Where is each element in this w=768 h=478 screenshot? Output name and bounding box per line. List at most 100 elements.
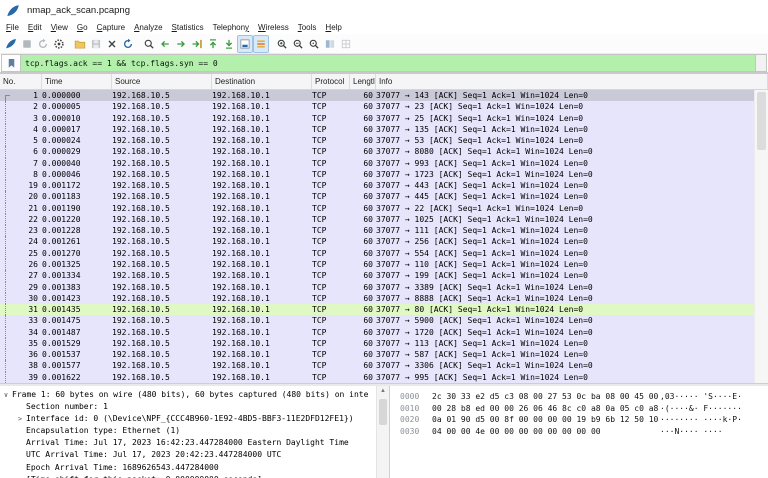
menu-help[interactable]: Help xyxy=(325,23,341,32)
zoom-in-button[interactable] xyxy=(274,35,290,53)
packet-row[interactable]: 10.000000192.168.10.5192.168.10.1TCP6037… xyxy=(0,90,755,101)
cell-proto: TCP xyxy=(312,315,350,326)
cell-no: 20 xyxy=(12,191,42,202)
packet-row[interactable]: 340.001487192.168.10.5192.168.10.1TCP603… xyxy=(0,327,755,338)
packet-row[interactable]: 300.001423192.168.10.5192.168.10.1TCP603… xyxy=(0,293,755,304)
hex-row[interactable]: 001000 28 b8 ed 00 00 26 06 46 8c c0 a8 … xyxy=(400,403,768,415)
cell-len: 60 xyxy=(350,259,376,270)
packet-row[interactable]: 310.001435192.168.10.5192.168.10.1TCP603… xyxy=(0,304,755,315)
cell-no: 31 xyxy=(12,304,42,315)
display-filter-input[interactable]: tcp.flags.ack == 1 && tcp.flags.syn == 0 xyxy=(21,54,756,72)
collapsed-icon[interactable]: > xyxy=(14,413,26,425)
packet-row[interactable]: 200.001183192.168.10.5192.168.10.1TCP603… xyxy=(0,191,755,202)
close-file-button[interactable] xyxy=(104,35,120,53)
packet-row[interactable]: 70.000040192.168.10.5192.168.10.1TCP6037… xyxy=(0,158,755,169)
detail-tree-item[interactable]: Section number: 1 xyxy=(0,401,377,413)
zoom-out-button[interactable] xyxy=(290,35,306,53)
expanded-icon[interactable]: ∨ xyxy=(0,389,12,401)
detail-tree-item[interactable]: >Interface id: 0 (\Device\NPF_{CCC4B960-… xyxy=(0,413,377,425)
filter-bookmark-button[interactable] xyxy=(1,54,21,72)
cell-time: 0.001577 xyxy=(42,360,112,371)
packet-row[interactable]: 270.001334192.168.10.5192.168.10.1TCP603… xyxy=(0,270,755,281)
wireshark-logo-icon xyxy=(6,4,20,18)
packet-row[interactable]: 80.000046192.168.10.5192.168.10.1TCP6037… xyxy=(0,169,755,180)
packet-row[interactable]: 350.001529192.168.10.5192.168.10.1TCP603… xyxy=(0,338,755,349)
scrollbar-thumb[interactable] xyxy=(757,92,766,150)
cell-proto: TCP xyxy=(312,146,350,157)
packet-row[interactable]: 30.000010192.168.10.5192.168.10.1TCP6037… xyxy=(0,113,755,124)
menu-go[interactable]: Go xyxy=(77,23,88,32)
menu-analyze[interactable]: Analyze xyxy=(134,23,162,32)
bookmark-icon xyxy=(6,58,17,69)
hex-row[interactable]: 00002c 30 33 e2 d5 c3 08 00 27 53 0c ba … xyxy=(400,391,768,403)
go-first-packet-button[interactable] xyxy=(205,35,221,53)
packet-row[interactable]: 380.001577192.168.10.5192.168.10.1TCP603… xyxy=(0,360,755,371)
auto-scroll-button[interactable] xyxy=(237,35,253,53)
packet-row[interactable]: 20.000005192.168.10.5192.168.10.1TCP6037… xyxy=(0,101,755,112)
packet-row[interactable]: 60.000029192.168.10.5192.168.10.1TCP6037… xyxy=(0,146,755,157)
detail-tree-item[interactable]: [Time shift for this packet: 0.000000000… xyxy=(0,474,377,478)
menu-capture[interactable]: Capture xyxy=(97,23,125,32)
start-capture-button[interactable] xyxy=(3,35,19,53)
detail-tree-item[interactable]: ∨Frame 1: 60 bytes on wire (480 bits), 6… xyxy=(0,389,377,401)
capture-options-button[interactable] xyxy=(51,35,67,53)
column-header-protocol[interactable]: Protocol xyxy=(312,74,350,89)
reload-file-button[interactable] xyxy=(120,35,136,53)
expander-spacer xyxy=(14,474,26,478)
menu-edit[interactable]: Edit xyxy=(28,23,42,32)
menu-telephony[interactable]: Telephony xyxy=(213,23,249,32)
detail-tree-item[interactable]: UTC Arrival Time: Jul 17, 2023 20:42:23.… xyxy=(0,449,377,461)
open-file-button[interactable] xyxy=(72,35,88,53)
resize-columns-button[interactable] xyxy=(322,35,338,53)
detail-tree-item[interactable]: Epoch Arrival Time: 1689626543.447284000 xyxy=(0,462,377,474)
menu-file[interactable]: File xyxy=(6,23,19,32)
cell-no: 8 xyxy=(12,169,42,180)
packet-row[interactable]: 360.001537192.168.10.5192.168.10.1TCP603… xyxy=(0,349,755,360)
packet-row[interactable]: 40.000017192.168.10.5192.168.10.1TCP6037… xyxy=(0,124,755,135)
column-header-time[interactable]: Time xyxy=(42,74,112,89)
packet-row[interactable]: 220.001220192.168.10.5192.168.10.1TCP603… xyxy=(0,214,755,225)
related-packet-marker xyxy=(0,135,12,146)
packet-row[interactable]: 250.001270192.168.10.5192.168.10.1TCP603… xyxy=(0,248,755,259)
zoom-original-button[interactable] xyxy=(306,35,322,53)
hex-bytes: 0a 01 90 d5 00 8f 00 00 00 00 19 b9 6b 1… xyxy=(432,414,660,426)
colorize-packets-button[interactable] xyxy=(253,35,269,53)
go-back-button[interactable] xyxy=(157,35,173,53)
packet-row[interactable]: 260.001325192.168.10.5192.168.10.1TCP603… xyxy=(0,259,755,270)
column-header-lengtl[interactable]: Lengtl xyxy=(350,74,376,89)
menu-view[interactable]: View xyxy=(51,23,68,32)
detail-tree-item[interactable]: Encapsulation type: Ethernet (1) xyxy=(0,425,377,437)
column-header-destination[interactable]: Destination xyxy=(212,74,312,89)
packet-row[interactable]: 50.000024192.168.10.5192.168.10.1TCP6037… xyxy=(0,135,755,146)
menu-tools[interactable]: Tools xyxy=(298,23,317,32)
scrollbar-thumb[interactable] xyxy=(379,399,387,425)
go-last-packet-button[interactable] xyxy=(221,35,237,53)
cell-len: 60 xyxy=(350,90,376,101)
packet-row[interactable]: 330.001475192.168.10.5192.168.10.1TCP603… xyxy=(0,315,755,326)
column-header-no[interactable]: No. xyxy=(0,74,42,89)
packet-row[interactable]: 240.001261192.168.10.5192.168.10.1TCP603… xyxy=(0,236,755,247)
hex-row[interactable]: 00200a 01 90 d5 00 8f 00 00 00 00 19 b9 … xyxy=(400,414,768,426)
hex-row[interactable]: 003004 00 00 4e 00 00 00 00 00 00 00 00·… xyxy=(400,426,768,438)
find-packet-button[interactable] xyxy=(141,35,157,53)
cell-len: 60 xyxy=(350,158,376,169)
detail-tree-item[interactable]: Arrival Time: Jul 17, 2023 16:42:23.4472… xyxy=(0,437,377,449)
related-packet-marker xyxy=(0,259,12,270)
cell-time: 0.001423 xyxy=(42,293,112,304)
menu-statistics[interactable]: Statistics xyxy=(172,23,204,32)
packet-row[interactable]: 390.001622192.168.10.5192.168.10.1TCP603… xyxy=(0,372,755,383)
go-to-packet-button[interactable] xyxy=(189,35,205,53)
packet-list-scrollbar[interactable] xyxy=(754,90,768,383)
packet-row[interactable]: 190.001172192.168.10.5192.168.10.1TCP603… xyxy=(0,180,755,191)
packet-row[interactable]: 230.001228192.168.10.5192.168.10.1TCP603… xyxy=(0,225,755,236)
go-forward-button[interactable] xyxy=(173,35,189,53)
menu-wireless[interactable]: Wireless xyxy=(258,23,289,32)
details-scrollbar[interactable]: ▲ xyxy=(376,386,389,478)
cell-time: 0.001183 xyxy=(42,191,112,202)
packet-row[interactable]: 210.001190192.168.10.5192.168.10.1TCP603… xyxy=(0,203,755,214)
filter-dropdown-button[interactable] xyxy=(756,54,767,72)
column-header-source[interactable]: Source xyxy=(112,74,212,89)
column-header-info[interactable]: Info xyxy=(376,74,768,89)
scroll-up-icon[interactable]: ▲ xyxy=(377,386,389,397)
packet-row[interactable]: 290.001383192.168.10.5192.168.10.1TCP603… xyxy=(0,282,755,293)
